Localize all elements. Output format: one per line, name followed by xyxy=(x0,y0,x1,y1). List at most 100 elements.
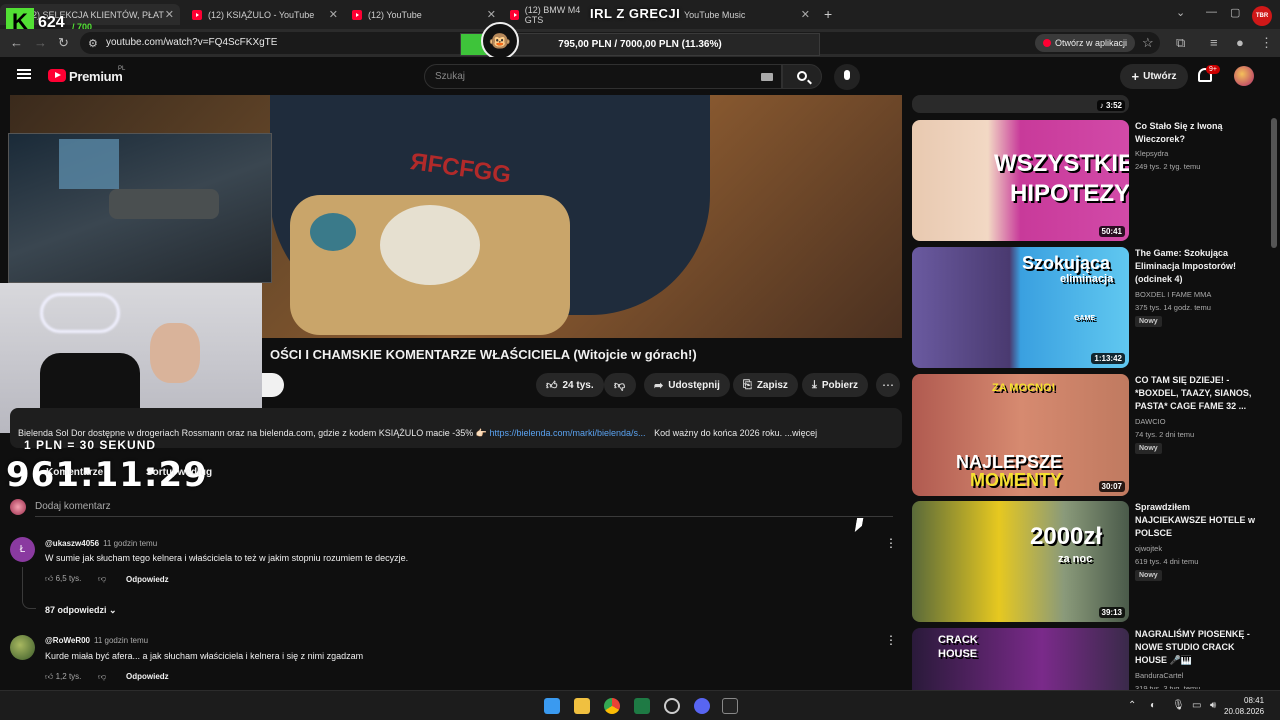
comment-author[interactable]: @RoWeR00 11 godzin temu xyxy=(45,636,148,645)
search-input[interactable]: Szukaj xyxy=(424,64,782,89)
discord-icon[interactable] xyxy=(694,698,710,714)
file-explorer-icon[interactable] xyxy=(574,698,590,714)
video-frame-plate xyxy=(380,205,480,285)
tab-youtube-music[interactable]: YouTube Music ✕ xyxy=(676,4,816,25)
add-comment-input[interactable]: Dodaj komentarz xyxy=(35,501,111,512)
close-tab-icon[interactable]: ✕ xyxy=(165,8,174,21)
sidebar-channel[interactable]: DAWCIO xyxy=(1135,416,1166,427)
subscribe-button[interactable] xyxy=(262,373,284,397)
new-tab-icon[interactable]: + xyxy=(824,6,832,22)
comment-time[interactable]: 11 godzin temu xyxy=(103,539,157,548)
comment-author-name[interactable]: @ukaszw4056 xyxy=(45,539,99,548)
comment-avatar[interactable] xyxy=(10,635,35,660)
comment-like-button[interactable]: 👍︎ 6,5 tys. xyxy=(45,574,81,584)
comment-time[interactable]: 11 godzin temu xyxy=(94,636,148,645)
dislike-button[interactable]: 👎︎ xyxy=(604,373,636,397)
browser-menu-icon[interactable]: ⋮ xyxy=(1260,35,1273,51)
tab-youtube[interactable]: (12) YouTube ✕ xyxy=(344,4,502,25)
tab-label: YouTube Music xyxy=(684,9,746,20)
create-button[interactable]: + Utwórz xyxy=(1120,64,1188,89)
sidebar-thumbnail[interactable]: ZA MOCNO! NAJLEPSZE MOMENTY 30:07 xyxy=(912,374,1129,496)
minimize-icon[interactable]: — xyxy=(1206,6,1217,18)
url-text[interactable]: youtube.com/watch?v=FQ4ScFKXgTE xyxy=(106,37,277,48)
show-replies-button[interactable]: 87 odpowiedzi ⌄ xyxy=(45,605,117,616)
menu-icon[interactable] xyxy=(17,69,31,79)
more-actions-icon[interactable]: ⋯ xyxy=(876,373,900,397)
extensions-icon[interactable]: ⧉ xyxy=(1176,35,1185,51)
sidebar-thumbnail[interactable]: ♪ 3:52 xyxy=(912,95,1129,113)
voice-search-button[interactable] xyxy=(834,64,860,90)
close-tab-icon[interactable]: ✕ xyxy=(801,8,810,21)
sidebar-video-title[interactable]: The Game: Szokująca Eliminacja Impostoró… xyxy=(1135,247,1260,286)
tray-chevron-icon[interactable]: ⌃ xyxy=(1128,700,1136,711)
open-in-app-button[interactable]: Otwórz w aplikacji xyxy=(1035,34,1136,52)
like-button[interactable]: 👍︎ 24 tys. xyxy=(536,373,604,397)
epic-games-icon[interactable] xyxy=(722,698,738,714)
page-scrollbar[interactable] xyxy=(1271,118,1277,248)
search-icon xyxy=(797,71,807,81)
brand-name[interactable]: Premium xyxy=(69,69,123,84)
bookmark-star-icon[interactable]: ☆ xyxy=(1142,35,1154,51)
reply-button[interactable]: Odpowiedz xyxy=(126,672,169,681)
sidebar-channel[interactable]: BOXDEL I FAME MMA xyxy=(1135,289,1211,300)
video-duration: 1:13:42 xyxy=(1091,353,1125,364)
comment-menu-icon[interactable]: ⋮ xyxy=(885,633,897,647)
youtube-logo-icon[interactable] xyxy=(48,69,66,82)
clock-time: 08:41 xyxy=(1244,696,1265,705)
description-tail[interactable]: Kod ważny do końca 2026 roku. ...więcej xyxy=(654,428,817,438)
comment-dislike-icon[interactable]: 👎︎ xyxy=(98,574,106,584)
comment-author-name[interactable]: @RoWeR00 xyxy=(45,636,90,645)
volume-icon[interactable]: 🔊︎ xyxy=(1210,700,1216,711)
share-button[interactable]: ➦ Udostępnij xyxy=(644,373,730,397)
tab-bmw[interactable]: (12) BMW M4 GTS xyxy=(502,4,592,25)
chrome-icon[interactable] xyxy=(604,698,620,714)
sidebar-channel[interactable]: ojwojtek xyxy=(1135,543,1162,554)
reply-button[interactable]: Odpowiedz xyxy=(126,575,169,584)
sidebar-video-title[interactable]: Sprawdziłem NAJCIEKAWSZE HOTELE w POLSCE xyxy=(1135,501,1260,540)
reload-icon[interactable]: ↻ xyxy=(58,35,69,51)
sidebar-video-title[interactable]: Co Stało Się z Iwoną Wieczorek? xyxy=(1135,120,1260,146)
share-icon: ➦ xyxy=(654,379,664,392)
comment-menu-icon[interactable]: ⋮ xyxy=(885,536,897,550)
maximize-icon[interactable]: ▢ xyxy=(1230,6,1240,19)
close-tab-icon[interactable]: ✕ xyxy=(487,8,496,21)
tab-ksiazulo[interactable]: (12) KSIĄŻULO - YouTube ✕ xyxy=(184,4,344,25)
sidebar-thumbnail[interactable]: WSZYSTKIE HIPOTEZY 50:41 xyxy=(912,120,1129,241)
display-icon[interactable]: ▭ xyxy=(1192,700,1201,711)
site-info-icon[interactable]: ⚙ xyxy=(88,37,98,50)
sidebar-channel[interactable]: BanduraCartel xyxy=(1135,670,1183,681)
keyboard-icon[interactable] xyxy=(761,73,773,81)
sidebar-meta: 319 tys. 3 tyg. temu xyxy=(1135,684,1201,689)
sidebar-video-title[interactable]: CO TAM SIĘ DZIEJE! - *BOXDEL, TAAZY, SIA… xyxy=(1135,374,1260,413)
tab-search-icon[interactable]: ⌄ xyxy=(1176,6,1185,19)
sidebar-video-title[interactable]: NAGRALIŚMY PIOSENKĘ - NOWE STUDIO CRACK … xyxy=(1135,628,1260,667)
description-link[interactable]: https://bielenda.com/marki/bielenda/s... xyxy=(489,428,645,438)
excel-icon[interactable] xyxy=(634,698,650,714)
forward-icon[interactable]: → xyxy=(34,35,47,50)
save-button[interactable]: ⎘ Zapisz xyxy=(733,373,798,397)
close-tab-icon[interactable]: ✕ xyxy=(329,8,338,21)
thumbnail-text: WSZYSTKIE xyxy=(994,150,1129,177)
sort-comments-button[interactable]: Sortuj według xyxy=(146,467,212,478)
download-button[interactable]: ⤓ Pobierz xyxy=(802,373,868,397)
profile-icon[interactable]: ● xyxy=(1236,35,1244,50)
sidebar-channel[interactable]: Klepsydra xyxy=(1135,148,1168,159)
sidebar-thumbnail[interactable]: CRACK HOUSE xyxy=(912,628,1129,690)
microphone-icon[interactable]: 🎙︎ xyxy=(1172,700,1185,711)
comment-author[interactable]: @ukaszw4056 11 godzin temu xyxy=(45,539,157,548)
sidebar-thumbnail[interactable]: Szokująca eliminacja GAME 1:13:42 xyxy=(912,247,1129,368)
app-icon[interactable] xyxy=(664,698,680,714)
comment-avatar[interactable]: Ł xyxy=(10,537,35,562)
reading-list-icon[interactable]: ≡ xyxy=(1210,35,1218,50)
tray-app-icon[interactable]: ◐ xyxy=(1150,700,1156,711)
comments-header: Komentarze xyxy=(46,467,104,478)
search-button[interactable] xyxy=(782,64,822,89)
windows-start-icon[interactable] xyxy=(544,698,560,714)
comment-dislike-icon[interactable]: 👎︎ xyxy=(98,672,106,682)
bookmark-icon: ⎘ xyxy=(743,378,752,391)
comment-like-button[interactable]: 👍︎ 1,2 tys. xyxy=(45,672,81,682)
back-icon[interactable]: ← xyxy=(10,35,23,50)
taskbar-clock[interactable]: 08:41 20.08.2026 xyxy=(1224,695,1264,717)
account-avatar[interactable] xyxy=(1234,66,1254,86)
sidebar-thumbnail[interactable]: 2000zł za noc 39:13 xyxy=(912,501,1129,622)
